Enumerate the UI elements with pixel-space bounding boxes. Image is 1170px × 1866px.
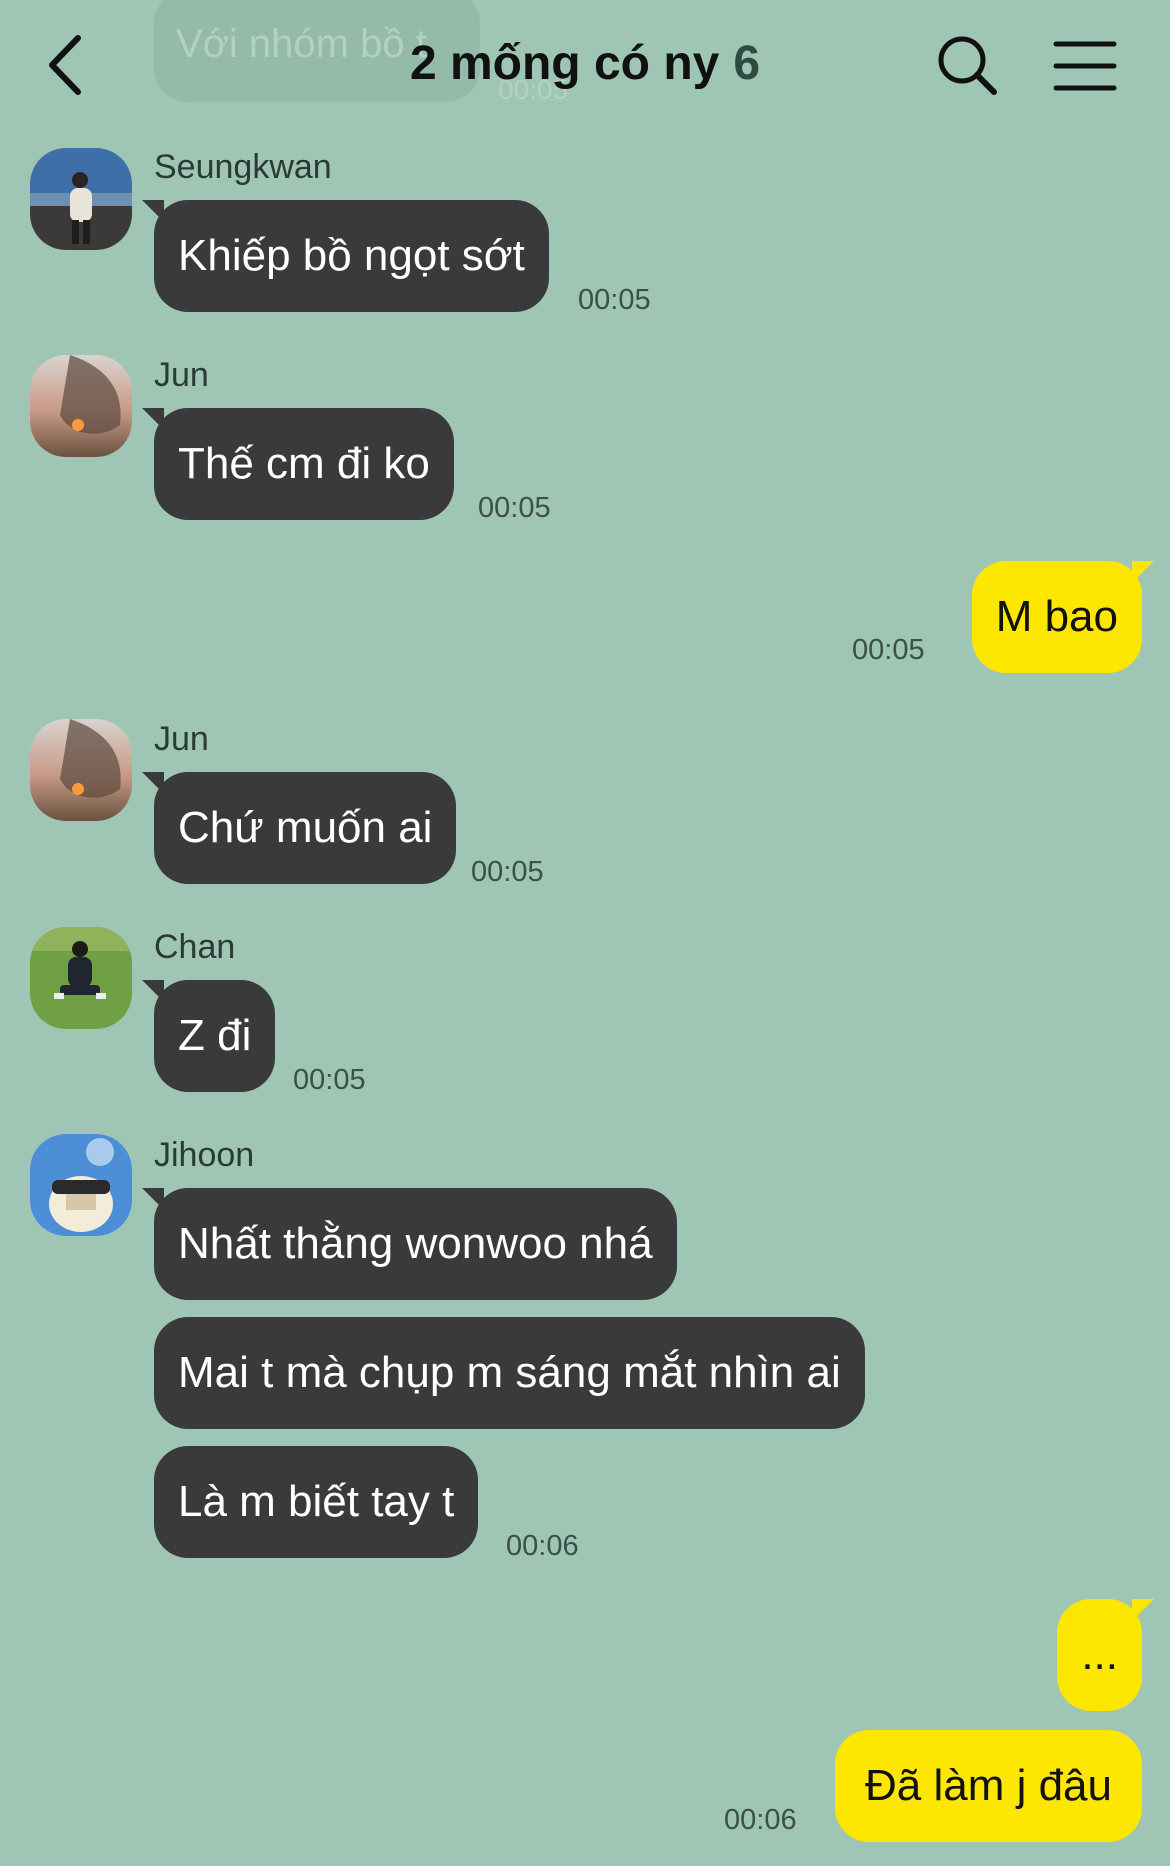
message-time: 00:05 <box>852 634 925 666</box>
message-text: Mai t mà chụp m sáng mắt nhìn ai <box>178 1348 841 1397</box>
avatar-seungkwan[interactable] <box>30 148 132 250</box>
sender-name: Jun <box>154 720 209 758</box>
message-text: Thế cm đi ko <box>178 439 430 488</box>
sender-name: Jun <box>154 356 209 394</box>
message-bubble[interactable]: Khiếp bồ ngọt sớt <box>142 200 549 312</box>
message-time: 00:05 <box>293 1064 366 1096</box>
message-bubble[interactable]: Mai t mà chụp m sáng mắt nhìn ai <box>154 1317 865 1429</box>
message-bubble[interactable]: Thế cm đi ko <box>142 408 454 520</box>
message-bubble[interactable]: Là m biết tay t <box>154 1446 479 1558</box>
chat-header: 2 mống có ny 6 <box>0 0 1170 130</box>
avatar-jihoon[interactable] <box>30 1134 132 1236</box>
message-bubble[interactable]: ... <box>1057 1599 1154 1711</box>
avatar-chan[interactable] <box>30 927 132 1029</box>
avatar-jun[interactable] <box>30 719 132 821</box>
message-text: ... <box>1081 1630 1118 1679</box>
chevron-left-icon[interactable] <box>40 30 90 100</box>
message-time: 00:06 <box>506 1530 579 1562</box>
message-time: 00:05 <box>478 492 551 524</box>
message-text: Chứ muốn ai <box>178 803 433 852</box>
message-bubble[interactable]: Z đi <box>142 980 276 1092</box>
message-bubble[interactable]: M bao <box>971 561 1154 673</box>
sender-name: Seungkwan <box>154 148 332 186</box>
message-text: Đã làm j đâu <box>864 1761 1112 1810</box>
message-bubble[interactable]: Chứ muốn ai <box>142 772 457 884</box>
message-bubble[interactable]: Nhất thằng wonwoo nhá <box>142 1188 677 1300</box>
chat-screen: Với nhóm bồ t 00:05 2 mống có ny 6 Seung… <box>0 0 1170 1866</box>
sender-name: Chan <box>154 928 236 966</box>
message-time: 00:05 <box>578 284 651 316</box>
member-count: 6 <box>733 37 761 90</box>
search-icon[interactable] <box>932 30 1002 100</box>
message-text: Là m biết tay t <box>178 1477 455 1526</box>
message-time: 00:05 <box>471 856 544 888</box>
chat-title-text: 2 mống có ny <box>409 37 720 90</box>
menu-icon[interactable] <box>1050 36 1120 96</box>
message-text: Khiếp bồ ngọt sớt <box>178 231 525 280</box>
chat-title: 2 mống có ny 6 <box>260 36 910 91</box>
avatar-jun[interactable] <box>30 355 132 457</box>
sender-name: Jihoon <box>154 1136 255 1174</box>
message-text: M bao <box>995 592 1118 641</box>
message-text: Nhất thằng wonwoo nhá <box>178 1219 653 1268</box>
message-text: Z đi <box>178 1011 252 1060</box>
message-time: 00:06 <box>724 1804 797 1836</box>
message-bubble[interactable]: Đã làm j đâu <box>834 1730 1142 1842</box>
